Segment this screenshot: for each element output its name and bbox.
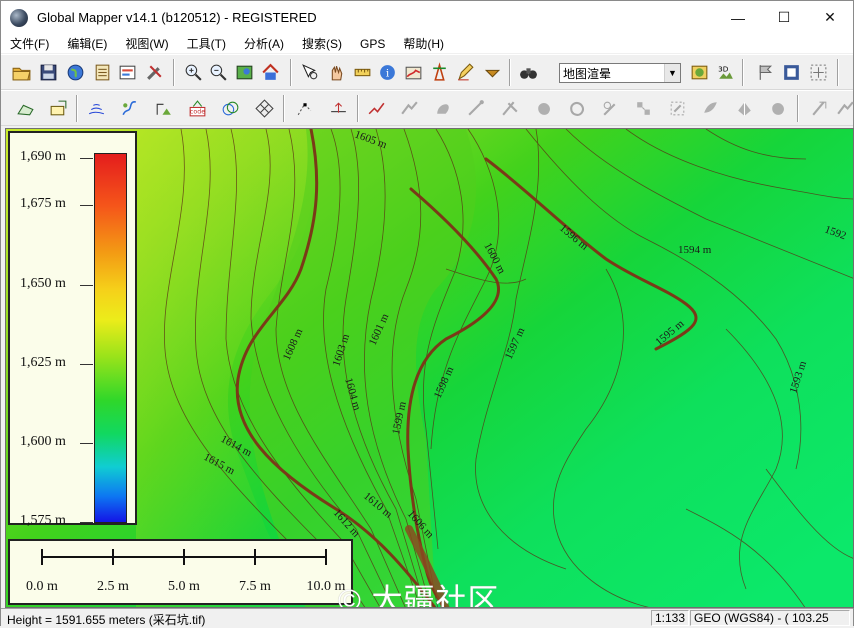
menu-help[interactable]: 帮助(H): [394, 35, 453, 52]
elevation-legend: 1,690 m 1,675 m 1,650 m 1,625 m 1,600 m 1,575…: [8, 131, 137, 528]
disabled-tool-1-icon[interactable]: [397, 96, 422, 121]
scale-label: 5.0 m: [168, 579, 200, 594]
scale-label: 7.5 m: [239, 579, 271, 594]
globe-icon[interactable]: [63, 60, 88, 85]
disabled-tool-4-icon[interactable]: [498, 96, 523, 121]
legend-label: 1,650 m: [20, 275, 66, 291]
3d-path-icon[interactable]: [401, 60, 426, 85]
grid-icon[interactable]: [252, 96, 277, 121]
path-profile-icon[interactable]: [364, 96, 389, 121]
tower-icon[interactable]: [427, 60, 452, 85]
digitizer-toolbar: code: [1, 90, 854, 126]
legend-label: 1,690 m: [20, 149, 66, 164]
legend-tick: [80, 522, 93, 523]
disabled-tool-8-icon[interactable]: [631, 96, 656, 121]
3d-view-icon[interactable]: 3D: [713, 60, 738, 85]
map-scale-readout: 1:133: [651, 610, 689, 626]
svg-text:code: code: [190, 109, 205, 116]
disabled-tool-9-icon[interactable]: [665, 96, 690, 121]
grid-select-icon[interactable]: [806, 60, 831, 85]
globe-app-icon: [10, 8, 28, 27]
shader-select-value: 地图渲晕: [563, 66, 612, 81]
layout-icon[interactable]: [779, 60, 804, 85]
contour-icon[interactable]: [84, 96, 109, 121]
map-view[interactable]: 1605 m 1600 m 1596 m 1594 m 1592 1595 m …: [5, 128, 854, 608]
svg-text:3D: 3D: [718, 64, 729, 73]
density-grid-icon[interactable]: [218, 96, 243, 121]
shader-settings-icon[interactable]: [687, 60, 712, 85]
disabled-tool-13-icon[interactable]: [807, 96, 832, 121]
full-view-icon[interactable]: [232, 60, 257, 85]
digitizer-icon[interactable]: [453, 60, 478, 85]
title-bar: Global Mapper v14.1 (b120512) - REGISTER…: [1, 1, 853, 34]
measure-icon[interactable]: [350, 60, 375, 85]
menu-analysis[interactable]: 分析(A): [235, 35, 293, 52]
elevation-color-ramp: [94, 153, 127, 523]
binoculars-icon[interactable]: [516, 60, 541, 85]
zoom-tool-icon[interactable]: [298, 60, 323, 85]
open-folder-icon[interactable]: [9, 60, 34, 85]
menu-search[interactable]: 搜索(S): [293, 35, 351, 52]
app-window: Global Mapper v14.1 (b120512) - REGISTER…: [0, 0, 854, 627]
watershed-icon[interactable]: [117, 96, 142, 121]
menu-gps[interactable]: GPS: [351, 37, 394, 51]
line-edit-icon[interactable]: [326, 96, 351, 121]
combine-terrain-icon[interactable]: code: [185, 96, 210, 121]
chevron-down-icon[interactable]: ▼: [664, 64, 680, 82]
minimize-button[interactable]: —: [715, 1, 761, 34]
disabled-tool-2-icon[interactable]: [431, 96, 456, 121]
shader-select[interactable]: 地图渲晕 ▼: [559, 63, 681, 83]
menu-tools[interactable]: 工具(T): [178, 35, 235, 52]
projection-readout: GEO (WGS84) - ( 103.25: [690, 610, 850, 626]
menu-file[interactable]: 文件(F): [1, 35, 58, 52]
scale-label: 0.0 m: [26, 579, 58, 594]
legend-tick: [80, 363, 93, 365]
home-icon[interactable]: [258, 60, 283, 85]
view-shed-icon[interactable]: [151, 96, 176, 121]
legend-tick: [80, 205, 93, 207]
disabled-tool-6-icon[interactable]: [565, 96, 590, 121]
vertex-icon[interactable]: [292, 96, 317, 121]
status-bar: Height = 1591.655 meters (采石坑.tif) 1:133…: [1, 608, 853, 627]
menu-edit[interactable]: 编辑(E): [58, 35, 116, 52]
flag-icon[interactable]: [753, 60, 778, 85]
disabled-tool-12-icon[interactable]: [766, 96, 791, 121]
legend-label: 1,600 m: [20, 433, 66, 449]
legend-label: 1,675 m: [20, 196, 66, 212]
watermark: © 大疆社区: [338, 583, 500, 608]
close-button[interactable]: ✕: [807, 1, 853, 34]
legend-tick: [80, 158, 93, 159]
zoom-out-icon[interactable]: [206, 60, 231, 85]
dropdown-tool-icon[interactable]: [480, 60, 505, 85]
create-area-icon[interactable]: [13, 96, 38, 121]
feature-info-icon[interactable]: i: [375, 60, 400, 85]
create-polygon-icon[interactable]: [46, 96, 71, 121]
scale-label: 2.5 m: [97, 579, 129, 594]
menu-bar: 文件(F) 编辑(E) 视图(W) 工具(T) 分析(A) 搜索(S) GPS …: [1, 34, 853, 53]
maximize-button[interactable]: ☐: [761, 1, 807, 34]
tools-icon[interactable]: [142, 60, 167, 85]
window-title: Global Mapper v14.1 (b120512) - REGISTER…: [37, 10, 317, 25]
scale-bar: 0.0 m 2.5 m 5.0 m 7.5 m 10.0 m: [8, 539, 353, 605]
disabled-tool-11-icon[interactable]: [732, 96, 757, 121]
overlay-control-icon[interactable]: [90, 60, 115, 85]
legend-label: 1,625 m: [20, 354, 66, 370]
legend-tick: [80, 284, 93, 286]
height-readout: Height = 1591.655 meters (采石坑.tif): [7, 613, 206, 627]
disabled-tool-7-icon[interactable]: [598, 96, 623, 121]
config-icon[interactable]: [115, 60, 140, 85]
scale-bar-ruler: [41, 549, 327, 565]
disabled-tool-3-icon[interactable]: [464, 96, 489, 121]
menu-view[interactable]: 视图(W): [116, 35, 177, 52]
main-toolbar: i 地图渲晕 ▼ 3D: [1, 54, 853, 90]
disabled-tool-10-icon[interactable]: [698, 96, 723, 121]
contour-label: 1594 m: [678, 244, 712, 256]
zoom-in-icon[interactable]: [181, 60, 206, 85]
legend-label: 1,575 m: [20, 513, 66, 528]
legend-tick: [80, 442, 93, 444]
save-icon[interactable]: [36, 60, 61, 85]
disabled-tool-14-icon[interactable]: [833, 96, 854, 121]
disabled-tool-5-icon[interactable]: [532, 96, 557, 121]
pan-hand-icon[interactable]: [324, 60, 349, 85]
